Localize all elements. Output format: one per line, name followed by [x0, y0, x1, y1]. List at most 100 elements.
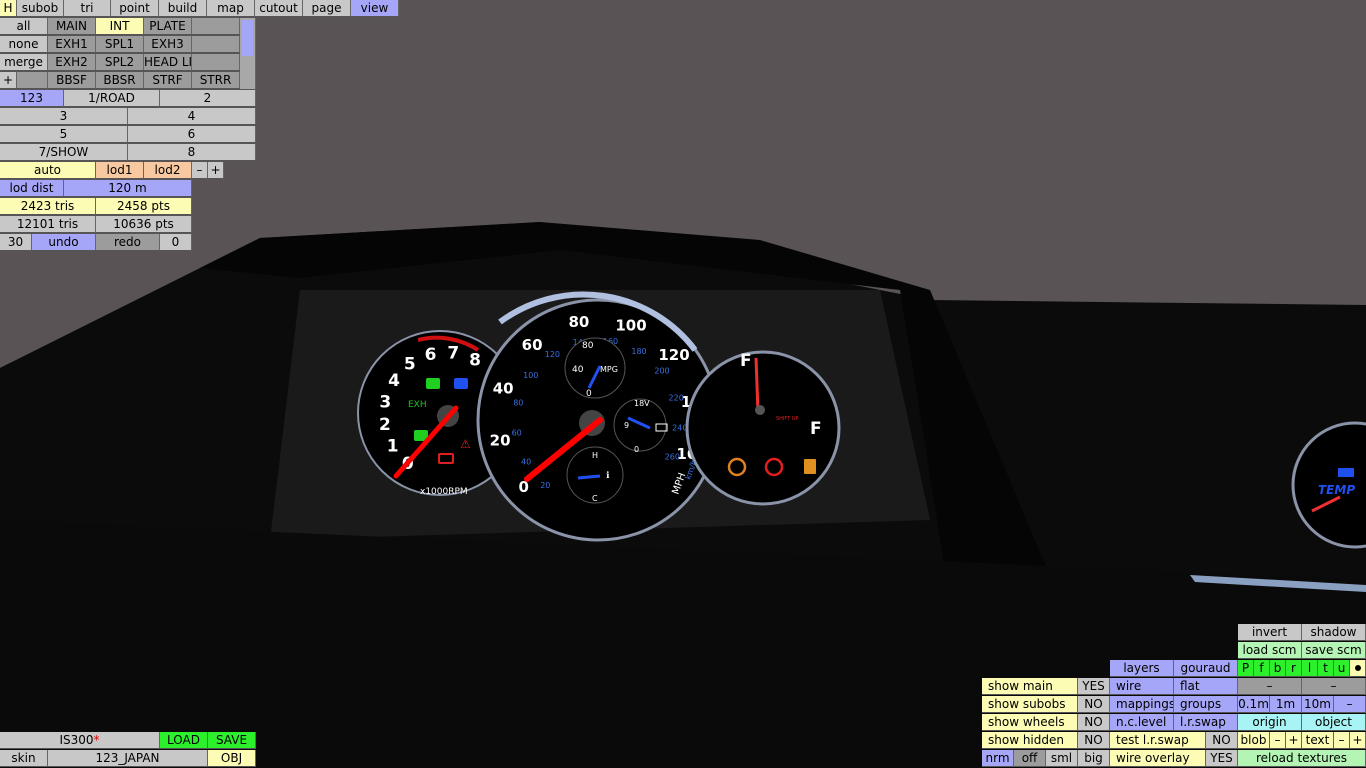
save-scm-button[interactable]: save scm — [1302, 642, 1366, 659]
lod2-button[interactable]: lod2 — [144, 162, 192, 179]
test-lr-swap-button[interactable]: test l.r.swap — [1110, 732, 1206, 749]
toggle-b[interactable]: b — [1270, 660, 1286, 677]
part-exh1[interactable]: EXH1 — [48, 36, 96, 53]
toggle-r[interactable]: r — [1286, 660, 1302, 677]
show-wheels-toggle[interactable]: show wheels — [982, 714, 1078, 731]
layer-123-button[interactable]: 123 — [0, 90, 64, 107]
part-spl2[interactable]: SPL2 — [96, 54, 144, 71]
layer-3-button[interactable]: 3 — [0, 108, 128, 125]
view-big-button[interactable]: big — [1078, 750, 1110, 767]
part-empty[interactable] — [17, 72, 48, 89]
part-empty[interactable] — [192, 18, 240, 35]
view-sml-button[interactable]: sml — [1046, 750, 1078, 767]
reload-textures-button[interactable]: reload textures — [1238, 750, 1366, 767]
menu-view[interactable]: view — [351, 0, 399, 17]
minus-button-1[interactable]: – — [1238, 678, 1302, 695]
shadow-button[interactable]: shadow — [1302, 624, 1366, 641]
scale-0-1m-button[interactable]: 0.1m — [1238, 696, 1270, 713]
scale-1m-button[interactable]: 1m — [1270, 696, 1302, 713]
show-hidden-value[interactable]: NO — [1078, 732, 1110, 749]
lod-minus-button[interactable]: – — [192, 162, 208, 179]
blob-minus-button[interactable]: – — [1270, 732, 1286, 749]
menu-point[interactable]: point — [111, 0, 159, 17]
scale-minus-button[interactable]: – — [1334, 696, 1366, 713]
part-all-button[interactable]: all — [0, 18, 48, 35]
part-merge-button[interactable]: merge — [0, 54, 48, 71]
toggle-f[interactable]: f — [1254, 660, 1270, 677]
car-name-field[interactable]: IS300* — [0, 732, 160, 749]
lr-swap-button[interactable]: l.r.swap — [1174, 714, 1238, 731]
menu-tri[interactable]: tri — [64, 0, 111, 17]
part-plate[interactable]: PLATE — [144, 18, 192, 35]
part-int[interactable]: INT — [96, 18, 144, 35]
text-minus-button[interactable]: – — [1334, 732, 1350, 749]
parts-scrollbar[interactable] — [240, 18, 256, 90]
part-empty[interactable] — [192, 54, 240, 71]
part-exh2[interactable]: EXH2 — [48, 54, 96, 71]
menu-page[interactable]: page — [303, 0, 351, 17]
invert-button[interactable]: invert — [1238, 624, 1302, 641]
scale-10m-button[interactable]: 10m — [1302, 696, 1334, 713]
load-scm-button[interactable]: load scm — [1238, 642, 1302, 659]
part-head-li[interactable]: HEAD LI — [144, 54, 192, 71]
wire-overlay-button[interactable]: wire overlay — [1110, 750, 1206, 767]
toggle-u[interactable]: u — [1334, 660, 1350, 677]
mappings-button[interactable]: mappings — [1110, 696, 1174, 713]
groups-button[interactable]: groups — [1174, 696, 1238, 713]
save-button[interactable]: SAVE — [208, 732, 256, 749]
layer-5-button[interactable]: 5 — [0, 126, 128, 143]
toggle-t[interactable]: t — [1318, 660, 1334, 677]
layer-8-button[interactable]: 8 — [128, 144, 256, 161]
show-wheels-value[interactable]: NO — [1078, 714, 1110, 731]
part-spl1[interactable]: SPL1 — [96, 36, 144, 53]
part-bbsf[interactable]: BBSF — [48, 72, 96, 89]
minus-button-2[interactable]: – — [1302, 678, 1366, 695]
origin-button[interactable]: origin — [1238, 714, 1302, 731]
lod1-button[interactable]: lod1 — [96, 162, 144, 179]
part-main[interactable]: MAIN — [48, 18, 96, 35]
view-off-button[interactable]: off — [1014, 750, 1046, 767]
show-hidden-toggle[interactable]: show hidden — [982, 732, 1078, 749]
blob-plus-button[interactable]: + — [1286, 732, 1302, 749]
part-bbsr[interactable]: BBSR — [96, 72, 144, 89]
h-button[interactable]: H — [0, 0, 17, 17]
wire-button[interactable]: wire — [1110, 678, 1174, 695]
scrollbar-thumb[interactable] — [242, 20, 253, 56]
text-plus-button[interactable]: + — [1350, 732, 1366, 749]
skin-selector[interactable]: 123_JAPAN — [48, 750, 208, 767]
layer-6-button[interactable]: 6 — [128, 126, 256, 143]
redo-button[interactable]: redo — [96, 234, 160, 251]
obj-button[interactable]: OBJ — [208, 750, 256, 767]
load-button[interactable]: LOAD — [160, 732, 208, 749]
nc-level-button[interactable]: n.c.level — [1110, 714, 1174, 731]
part-empty[interactable] — [192, 36, 240, 53]
toggle-dot[interactable] — [1350, 660, 1366, 677]
layers-button[interactable]: layers — [1110, 660, 1174, 677]
menu-cutout[interactable]: cutout — [255, 0, 303, 17]
menu-map[interactable]: map — [207, 0, 255, 17]
undo-button[interactable]: undo — [32, 234, 96, 251]
object-button[interactable]: object — [1302, 714, 1366, 731]
layer-4-button[interactable]: 4 — [128, 108, 256, 125]
lod-dist-value[interactable]: 120 m — [64, 180, 192, 197]
part-exh3[interactable]: EXH3 — [144, 36, 192, 53]
show-subobs-toggle[interactable]: show subobs — [982, 696, 1078, 713]
show-main-toggle[interactable]: show main — [982, 678, 1078, 695]
part-add-button[interactable]: + — [0, 72, 17, 89]
test-lr-swap-value[interactable]: NO — [1206, 732, 1238, 749]
menu-subob[interactable]: subob — [17, 0, 64, 17]
layer-2-button[interactable]: 2 — [160, 90, 256, 107]
layer-7-show-button[interactable]: 7/SHOW — [0, 144, 128, 161]
layer-1-road-button[interactable]: 1/ROAD — [64, 90, 160, 107]
wire-overlay-value[interactable]: YES — [1206, 750, 1238, 767]
show-main-value[interactable]: YES — [1078, 678, 1110, 695]
part-none-button[interactable]: none — [0, 36, 48, 53]
toggle-l[interactable]: l — [1302, 660, 1318, 677]
view-nrm-button[interactable]: nrm — [982, 750, 1014, 767]
flat-button[interactable]: flat — [1174, 678, 1238, 695]
menu-build[interactable]: build — [159, 0, 207, 17]
gouraud-button[interactable]: gouraud — [1174, 660, 1238, 677]
toggle-p[interactable]: P — [1238, 660, 1254, 677]
show-subobs-value[interactable]: NO — [1078, 696, 1110, 713]
part-strf[interactable]: STRF — [144, 72, 192, 89]
